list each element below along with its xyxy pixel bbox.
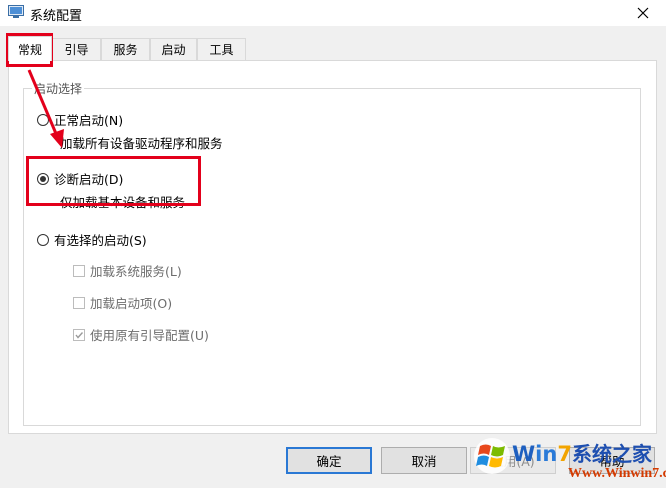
close-icon bbox=[637, 7, 649, 19]
checkbox[interactable] bbox=[73, 296, 85, 309]
tab-services[interactable]: 服务 bbox=[101, 38, 150, 60]
normal-startup-description: 加载所有设备驱动程序和服务 bbox=[60, 136, 223, 151]
startup-selection-group: 启动选择 正常启动(N) 加载所有设备驱动程序和服务 诊断启动(D) 仅加载基本… bbox=[23, 80, 641, 426]
ok-button[interactable]: 确定 bbox=[286, 447, 372, 474]
general-tab-panel: 启动选择 正常启动(N) 加载所有设备驱动程序和服务 诊断启动(D) 仅加载基本… bbox=[8, 60, 657, 434]
load-startup-items-checkbox[interactable]: 加载启动项(O) bbox=[73, 293, 172, 312]
tab-general[interactable]: 常规 bbox=[8, 36, 52, 61]
system-config-window: 系统配置 常规 引导 服务 启动 工具 启动选择 正常启动(N) 加载所有设备驱… bbox=[0, 0, 666, 488]
selective-startup-radio[interactable]: 有选择的启动(S) bbox=[37, 230, 147, 249]
window-title: 系统配置 bbox=[30, 9, 83, 24]
radio-button-checked[interactable] bbox=[37, 172, 49, 185]
diagnostic-startup-description: 仅加载基本设备和服务 bbox=[60, 195, 186, 210]
watermark-brand: Win7系统之家 bbox=[512, 442, 652, 466]
system-config-icon bbox=[8, 5, 24, 18]
selective-startup-label: 有选择的启动(S) bbox=[54, 233, 147, 248]
group-legend: 启动选择 bbox=[32, 80, 85, 97]
normal-startup-label: 正常启动(N) bbox=[54, 113, 124, 128]
windows-logo-icon bbox=[474, 438, 510, 474]
load-system-services-checkbox[interactable]: 加载系统服务(L) bbox=[73, 261, 182, 280]
tab-startup[interactable]: 启动 bbox=[150, 38, 197, 60]
diagnostic-startup-radio[interactable]: 诊断启动(D) bbox=[37, 169, 123, 188]
close-button[interactable] bbox=[628, 0, 658, 26]
watermark: Win7系统之家 Www.Winwin7.com bbox=[470, 436, 666, 488]
tab-boot[interactable]: 引导 bbox=[52, 38, 101, 60]
use-original-boot-config-checkbox[interactable]: 使用原有引导配置(U) bbox=[73, 325, 209, 344]
load-startup-items-label: 加载启动项(O) bbox=[90, 296, 173, 311]
cancel-button[interactable]: 取消 bbox=[381, 447, 467, 474]
radio-button[interactable] bbox=[37, 113, 49, 126]
checkbox-checked[interactable] bbox=[73, 328, 85, 341]
radio-button[interactable] bbox=[37, 233, 49, 246]
normal-startup-radio[interactable]: 正常启动(N) bbox=[37, 110, 123, 129]
diagnostic-startup-label: 诊断启动(D) bbox=[54, 172, 124, 187]
watermark-url: Www.Winwin7.com bbox=[568, 466, 666, 481]
checkbox[interactable] bbox=[73, 264, 85, 277]
tab-tools[interactable]: 工具 bbox=[197, 38, 246, 60]
title-bar: 系统配置 bbox=[0, 0, 666, 26]
use-original-boot-config-label: 使用原有引导配置(U) bbox=[90, 328, 209, 343]
load-system-services-label: 加载系统服务(L) bbox=[90, 264, 182, 279]
checkmark-icon bbox=[75, 331, 84, 339]
